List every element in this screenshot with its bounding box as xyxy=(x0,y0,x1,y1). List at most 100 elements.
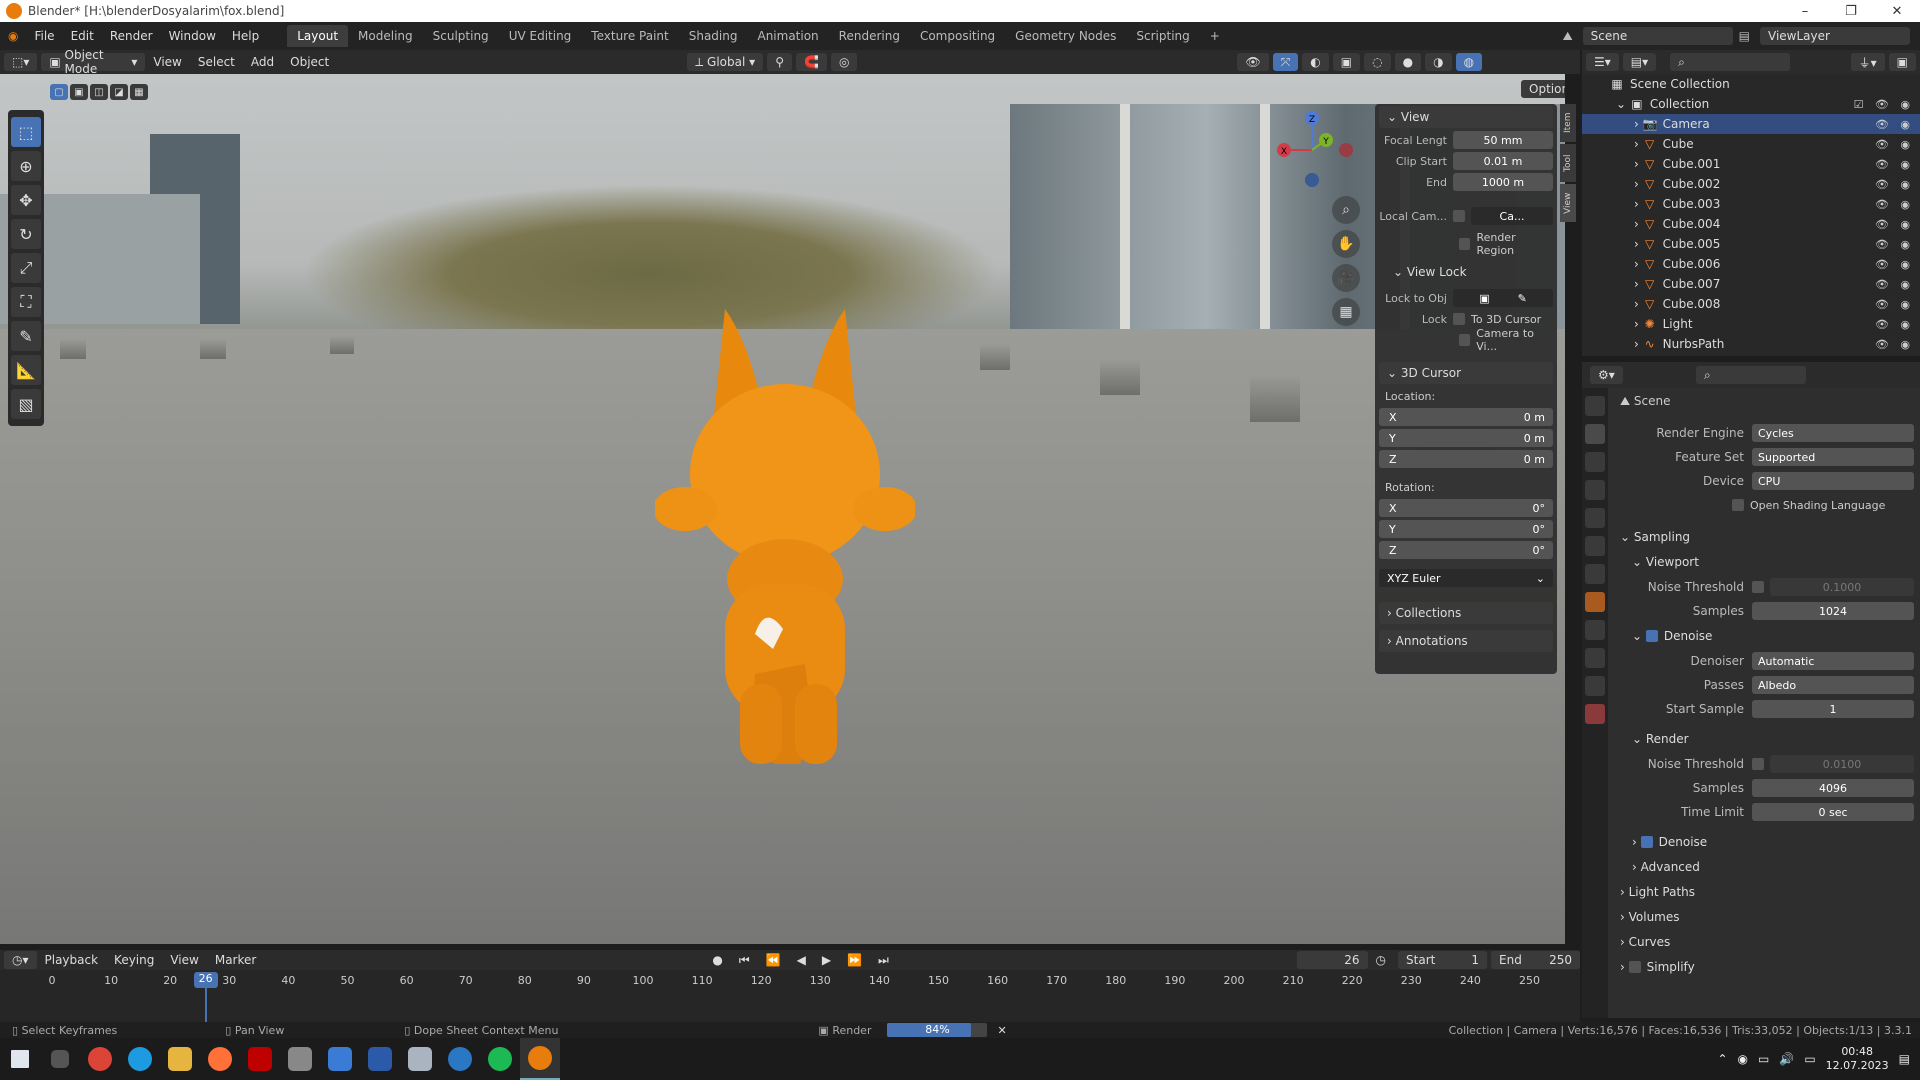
simplify-section[interactable]: › Simplify xyxy=(1614,956,1914,978)
device-dropdown[interactable]: CPU xyxy=(1752,472,1914,490)
outliner-collection[interactable]: ⌄ ▣ Collection ☑ 👁 ◉ xyxy=(1582,94,1920,114)
constraint-properties-icon[interactable] xyxy=(1585,648,1605,668)
jump-start-icon[interactable]: ⏮ xyxy=(731,953,758,968)
passes-dropdown[interactable]: Albedo xyxy=(1752,676,1914,694)
vp-noise-threshold-field[interactable]: 0.1000 xyxy=(1770,578,1914,596)
select-box-tool-icon[interactable]: ⬚ xyxy=(11,117,41,147)
scale-tool-icon[interactable]: ⤢ xyxy=(11,253,41,283)
shading-solid-icon[interactable]: ● xyxy=(1394,53,1422,71)
shading-rendered-icon[interactable]: ◍ xyxy=(1455,53,1483,71)
3d-cursor-section-header[interactable]: ⌄ 3D Cursor xyxy=(1379,362,1553,384)
cursor-tool-icon[interactable]: ⊕ xyxy=(11,151,41,181)
simplify-checkbox[interactable] xyxy=(1628,961,1641,973)
render-subsection-header[interactable]: ⌄ Render xyxy=(1614,728,1914,750)
outliner-item-cube-001[interactable]: › ▽ Cube.001 👁 ◉ xyxy=(1582,154,1920,174)
outliner-search-input[interactable]: ⌕ xyxy=(1670,53,1791,71)
outliner-item-cube-002[interactable]: › ▽ Cube.002 👁 ◉ xyxy=(1582,174,1920,194)
editor-type-icon[interactable]: ⬚▾ xyxy=(4,53,38,71)
shading-material-icon[interactable]: ◑ xyxy=(1425,53,1452,71)
cursor-location-y[interactable]: Y 0 m xyxy=(1379,429,1553,447)
file-explorer-icon[interactable] xyxy=(160,1038,200,1080)
outliner-item-camera[interactable]: › 📷 Camera 👁 ◉ xyxy=(1582,114,1920,134)
timeline-menu-playback[interactable]: Playback xyxy=(37,953,107,967)
vp-samples-field[interactable]: 1024 xyxy=(1752,602,1914,620)
pan-hand-icon[interactable]: ✋ xyxy=(1332,230,1360,258)
viewport-subsection-header[interactable]: ⌄ Viewport xyxy=(1614,551,1914,573)
visibility-icons[interactable]: 👁 ◉ xyxy=(1875,338,1914,351)
measure-tool-icon[interactable]: 📐 xyxy=(11,355,41,385)
lock-to-object-field[interactable]: ▣ ✎ xyxy=(1453,289,1553,307)
properties-editor-type-icon[interactable]: ⚙▾ xyxy=(1590,366,1623,384)
collections-section-header[interactable]: › Collections xyxy=(1379,602,1553,624)
visibility-icons[interactable]: 👁 ◉ xyxy=(1875,238,1914,251)
vp-menu-select[interactable]: Select xyxy=(190,55,243,69)
app-icon[interactable] xyxy=(320,1038,360,1080)
osl-checkbox[interactable] xyxy=(1732,499,1744,511)
filezilla-icon[interactable] xyxy=(240,1038,280,1080)
playhead[interactable]: 26 xyxy=(193,972,218,988)
tab-layout[interactable]: Layout xyxy=(287,25,349,47)
object-properties-icon[interactable] xyxy=(1585,592,1605,612)
outliner-item-cube-004[interactable]: › ▽ Cube.004 👁 ◉ xyxy=(1582,214,1920,234)
next-key-icon[interactable]: ⏩ xyxy=(839,953,870,967)
camera-to-view-checkbox[interactable] xyxy=(1459,334,1471,346)
select-invert-icon[interactable]: ◪ xyxy=(110,84,128,100)
vp-menu-view[interactable]: View xyxy=(145,55,189,69)
end-frame-field[interactable]: End 250 xyxy=(1491,951,1580,969)
pen-app-icon[interactable] xyxy=(360,1038,400,1080)
scene-selector[interactable]: Scene xyxy=(1582,27,1733,45)
vp-menu-object[interactable]: Object xyxy=(282,55,337,69)
visibility-icons[interactable]: 👁 ◉ xyxy=(1875,118,1914,131)
close-icon[interactable]: ✕ xyxy=(1874,4,1920,19)
select-extend-icon[interactable]: ▣ xyxy=(70,84,88,100)
current-frame-field[interactable]: 26 xyxy=(1296,951,1368,969)
collection-properties-icon[interactable] xyxy=(1585,564,1605,584)
tray-app-icon[interactable]: ◉ xyxy=(1738,1052,1748,1066)
curves-section[interactable]: › Curves xyxy=(1614,931,1914,953)
add-cube-tool-icon[interactable]: ▧ xyxy=(11,389,41,419)
focal-length-field[interactable]: 50 mm xyxy=(1453,131,1553,149)
options-dropdown[interactable]: Options ▾ xyxy=(1521,80,1565,98)
timeline-editor-type-icon[interactable]: ◷▾ xyxy=(4,951,37,969)
outliner-scene-collection[interactable]: ▦ Scene Collection xyxy=(1582,74,1920,94)
vp-noise-threshold-checkbox[interactable] xyxy=(1752,581,1764,593)
light-paths-section[interactable]: › Light Paths xyxy=(1614,881,1914,903)
tab-view[interactable]: View xyxy=(1560,184,1576,222)
menu-edit[interactable]: Edit xyxy=(63,29,102,43)
tab-texture-paint[interactable]: Texture Paint xyxy=(581,25,678,47)
sampling-section-header[interactable]: ⌄ Sampling xyxy=(1614,526,1914,548)
tray-chevron-icon[interactable]: ⌃ xyxy=(1717,1052,1727,1066)
visibility-icons[interactable]: 👁 ◉ xyxy=(1875,138,1914,151)
firefox-icon[interactable] xyxy=(200,1038,240,1080)
display-icon[interactable]: ▭ xyxy=(1804,1052,1815,1066)
scene-icon[interactable]: ⛰ xyxy=(1563,29,1573,44)
view-section-header[interactable]: ⌄ View xyxy=(1379,106,1553,128)
r-noise-threshold-checkbox[interactable] xyxy=(1752,758,1764,770)
tab-item[interactable]: Item xyxy=(1560,104,1576,142)
tab-animation[interactable]: Animation xyxy=(747,25,828,47)
outliner-item-light[interactable]: › ✺ Light 👁 ◉ xyxy=(1582,314,1920,334)
r-samples-field[interactable]: 4096 xyxy=(1752,779,1914,797)
cancel-render-icon[interactable]: ✕ xyxy=(997,1024,1006,1037)
view-layer-selector[interactable]: ViewLayer xyxy=(1760,27,1910,45)
browser-app-icon[interactable] xyxy=(440,1038,480,1080)
visibility-icons[interactable]: ☑ 👁 ◉ xyxy=(1854,98,1914,111)
start-frame-field[interactable]: Start 1 xyxy=(1398,951,1488,969)
world-properties-icon[interactable] xyxy=(1585,536,1605,556)
tab-geometry-nodes[interactable]: Geometry Nodes xyxy=(1005,25,1126,47)
output-properties-icon[interactable] xyxy=(1585,452,1605,472)
visibility-icon[interactable]: 👁 xyxy=(1237,53,1269,71)
scene-properties-icon[interactable] xyxy=(1585,508,1605,528)
r-denoise-subsection[interactable]: › Denoise xyxy=(1614,831,1914,853)
vp-denoise-checkbox[interactable] xyxy=(1645,630,1658,642)
play-icon[interactable]: ▶ xyxy=(814,953,839,967)
visibility-icons[interactable]: 👁 ◉ xyxy=(1875,178,1914,191)
notifications-icon[interactable]: ▤ xyxy=(1899,1052,1910,1066)
select-intersect-icon[interactable]: ▦ xyxy=(130,84,148,100)
record-icon[interactable]: ● xyxy=(704,953,730,967)
clip-start-field[interactable]: 0.01 m xyxy=(1453,152,1553,170)
properties-search-input[interactable]: ⌕ xyxy=(1696,366,1806,384)
visibility-icons[interactable]: 👁 ◉ xyxy=(1875,298,1914,311)
visibility-icons[interactable]: 👁 ◉ xyxy=(1875,218,1914,231)
filter-icon[interactable]: ⏚▾ xyxy=(1850,53,1885,71)
